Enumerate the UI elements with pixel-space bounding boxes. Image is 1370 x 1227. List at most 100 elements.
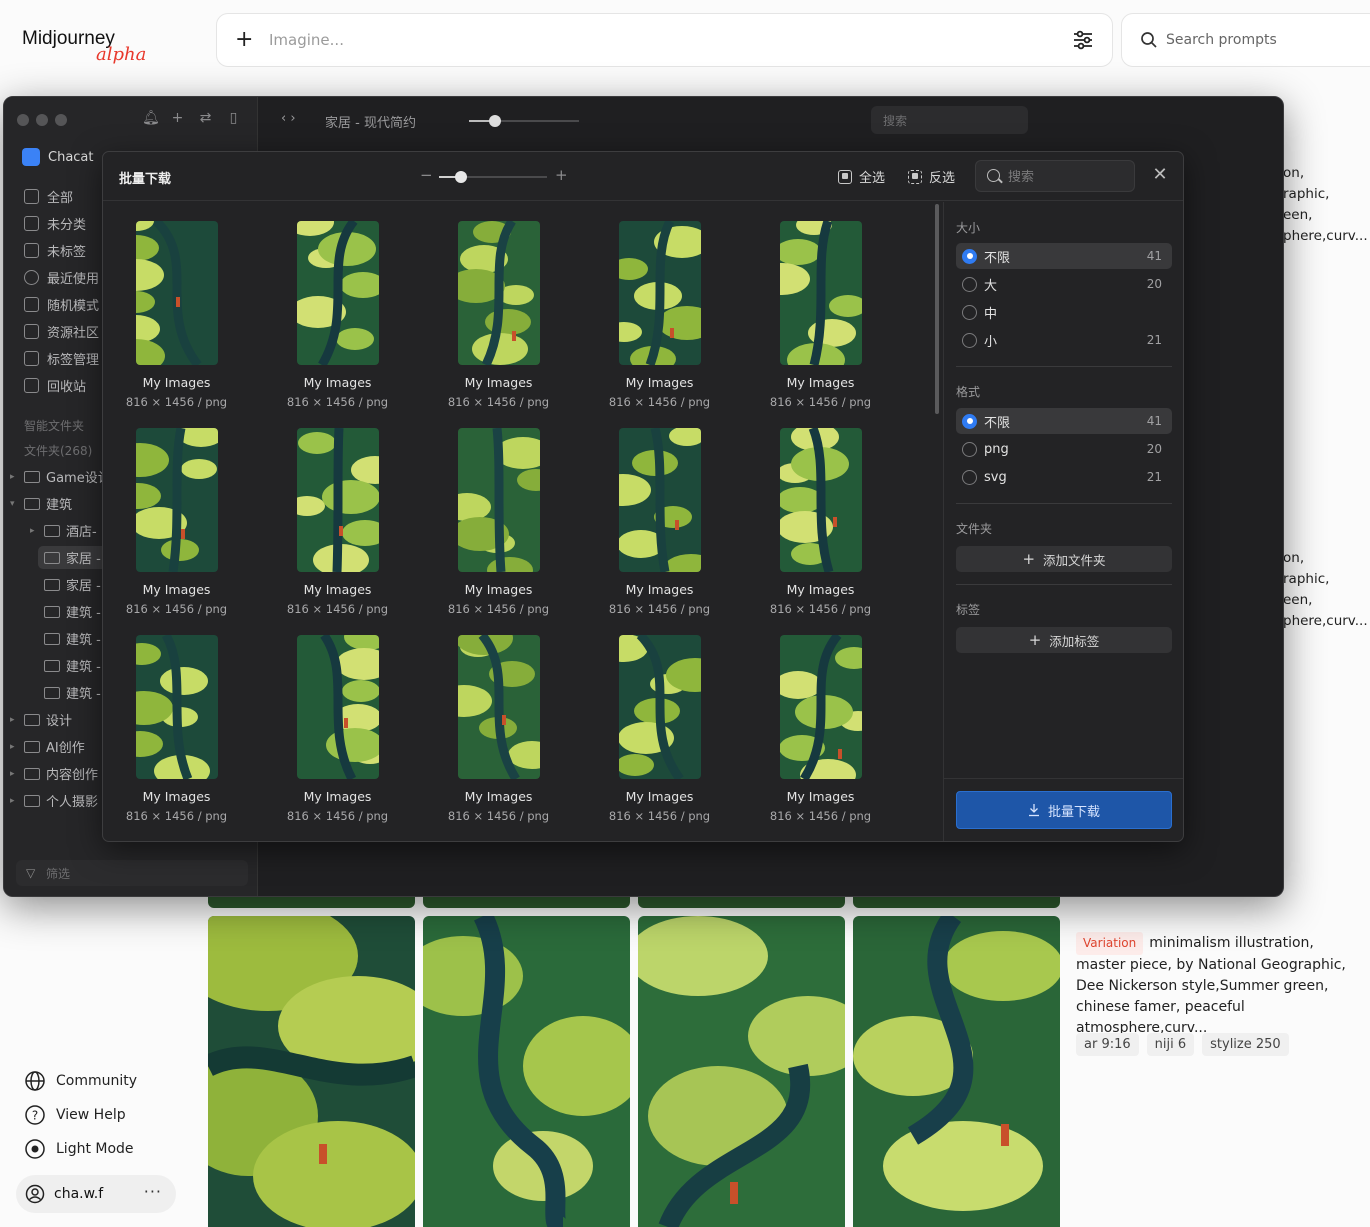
folder-item[interactable]: 建筑 - [44, 683, 101, 702]
format-option-png[interactable]: png 20 [956, 436, 1172, 462]
folder-item[interactable]: ▸ 个人摄影 [10, 791, 98, 810]
size-option-small[interactable]: 小 21 [956, 327, 1172, 353]
image-thumbnail[interactable] [618, 428, 701, 572]
chevron-right-icon[interactable]: ▸ [30, 526, 38, 536]
image-card[interactable]: My Images 816 × 1456 / png [740, 635, 901, 823]
chevron-right-icon[interactable]: ▸ [10, 715, 18, 725]
generated-image[interactable] [423, 916, 630, 1227]
image-card[interactable]: My Images 816 × 1456 / png [579, 635, 740, 823]
chevron-right-icon[interactable]: ▸ [10, 742, 18, 752]
dialog-search[interactable] [975, 160, 1135, 192]
param-tag[interactable]: stylize 250 [1202, 1033, 1289, 1056]
zoom-out-button[interactable]: − [420, 166, 433, 184]
nav-arrows-icon[interactable]: ‹ › [281, 111, 296, 126]
folder-item[interactable]: 建筑 - [44, 602, 101, 621]
image-thumbnail[interactable] [296, 635, 379, 779]
search-prompts-input[interactable]: Search prompts [1166, 32, 1277, 48]
folder-item[interactable]: ▾ 建筑 [10, 494, 72, 513]
thumbnail-size-slider[interactable] [469, 115, 579, 127]
image-card[interactable]: My Images 816 × 1456 / png [579, 428, 740, 616]
size-option-large[interactable]: 大 20 [956, 271, 1172, 297]
nav-community[interactable]: Community [24, 1070, 137, 1092]
image-thumbnail[interactable] [618, 635, 701, 779]
minimize-window-button[interactable] [36, 114, 48, 126]
folder-item[interactable]: ▸ 酒店- [30, 521, 97, 540]
generated-image[interactable] [853, 916, 1060, 1227]
select-all-button[interactable]: 全选 [838, 167, 885, 186]
image-card[interactable]: My Images 816 × 1456 / png [257, 428, 418, 616]
bell-icon[interactable]: 🔔︎ [142, 111, 160, 126]
chevron-right-icon[interactable]: ▸ [10, 769, 18, 779]
folder-item[interactable]: ▸ AI创作 [10, 737, 85, 756]
image-thumbnail[interactable] [618, 221, 701, 365]
image-thumbnail[interactable] [779, 635, 862, 779]
sidebar-toggle-icon[interactable]: ▯ [226, 111, 241, 126]
image-thumbnail[interactable] [135, 428, 218, 572]
image-card[interactable]: My Images 816 × 1456 / png [418, 635, 579, 823]
plus-icon[interactable]: + [235, 27, 253, 52]
image-card[interactable]: My Images 816 × 1456 / png [418, 221, 579, 409]
folder-item[interactable]: 建筑 - [44, 629, 101, 648]
image-card[interactable]: My Images 816 × 1456 / png [418, 428, 579, 616]
maximize-window-button[interactable] [55, 114, 67, 126]
zoom-in-button[interactable]: + [555, 166, 568, 184]
folder-item[interactable]: 建筑 - [44, 656, 101, 675]
app-switcher[interactable]: Chacat [22, 148, 94, 166]
image-thumbnail[interactable] [457, 635, 540, 779]
size-option-any[interactable]: 不限 41 [956, 243, 1172, 269]
sidebar-item-uncategorized[interactable]: 未分类 [24, 214, 86, 233]
folder-item[interactable]: 家居 - [44, 575, 101, 594]
invert-selection-button[interactable]: 反选 [908, 167, 955, 186]
close-window-button[interactable] [17, 114, 29, 126]
image-card[interactable]: My Images 816 × 1456 / png [257, 221, 418, 409]
smart-folders-header[interactable]: 智能文件夹 [24, 417, 84, 434]
nav-help[interactable]: ? View Help [24, 1104, 126, 1126]
image-card[interactable]: My Images 816 × 1456 / png [579, 221, 740, 409]
sidebar-item-tags[interactable]: 标签管理 [24, 349, 99, 368]
param-tag[interactable]: ar 9:16 [1076, 1033, 1139, 1056]
swap-icon[interactable]: ⇄ [198, 111, 213, 126]
slider-knob[interactable] [489, 115, 501, 127]
image-thumbnail[interactable] [779, 428, 862, 572]
sidebar-item-random[interactable]: 随机模式 [24, 295, 99, 314]
image-thumbnail[interactable] [457, 221, 540, 365]
add-tag-button[interactable]: + 添加标签 [956, 627, 1172, 653]
toolbar-search-input[interactable]: 搜索 [871, 106, 1028, 134]
batch-download-button[interactable]: 批量下载 [956, 791, 1172, 829]
zoom-knob[interactable] [454, 171, 467, 183]
sidebar-item-trash[interactable]: 回收站 [24, 376, 86, 395]
imagine-input[interactable]: Imagine... [269, 31, 344, 49]
add-icon[interactable]: + [170, 111, 185, 126]
imagine-bar[interactable]: + Imagine... [216, 13, 1113, 67]
grid-scrollbar[interactable] [935, 204, 939, 414]
folders-header[interactable]: 文件夹(268) [24, 442, 92, 459]
param-tag[interactable]: niji 6 [1146, 1033, 1195, 1056]
chevron-right-icon[interactable]: ▸ [10, 796, 18, 806]
image-thumbnail[interactable] [135, 635, 218, 779]
chevron-right-icon[interactable]: ▸ [10, 472, 18, 482]
add-folder-button[interactable]: + 添加文件夹 [956, 546, 1172, 572]
image-thumbnail[interactable] [457, 428, 540, 572]
image-card[interactable]: My Images 816 × 1456 / png [103, 635, 257, 823]
image-card[interactable]: My Images 816 × 1456 / png [740, 428, 901, 616]
folder-item[interactable]: ▸ 内容创作 [10, 764, 98, 783]
zoom-slider[interactable] [439, 171, 547, 183]
image-thumbnail[interactable] [296, 221, 379, 365]
user-menu[interactable]: cha.w.f ··· [16, 1175, 176, 1213]
chevron-down-icon[interactable]: ▾ [10, 499, 18, 509]
sidebar-item-all[interactable]: 全部 [24, 187, 73, 206]
dialog-search-input[interactable] [1008, 167, 1128, 187]
generated-image[interactable] [638, 916, 845, 1227]
image-thumbnail[interactable] [135, 221, 218, 365]
nav-light-mode[interactable]: Light Mode [24, 1138, 134, 1160]
image-card[interactable]: My Images 816 × 1456 / png [103, 221, 257, 409]
sidebar-item-untagged[interactable]: 未标签 [24, 241, 86, 260]
image-thumbnail[interactable] [779, 221, 862, 365]
format-option-any[interactable]: 不限 41 [956, 408, 1172, 434]
sidebar-item-community[interactable]: 资源社区 [24, 322, 99, 341]
image-card[interactable]: My Images 816 × 1456 / png [103, 428, 257, 616]
close-icon[interactable]: ✕ [1151, 166, 1169, 184]
search-prompts-bar[interactable]: Search prompts [1121, 13, 1370, 67]
sidebar-item-recent[interactable]: 最近使用 [24, 268, 99, 287]
folder-item[interactable]: ▸ Game设计 [10, 467, 111, 486]
